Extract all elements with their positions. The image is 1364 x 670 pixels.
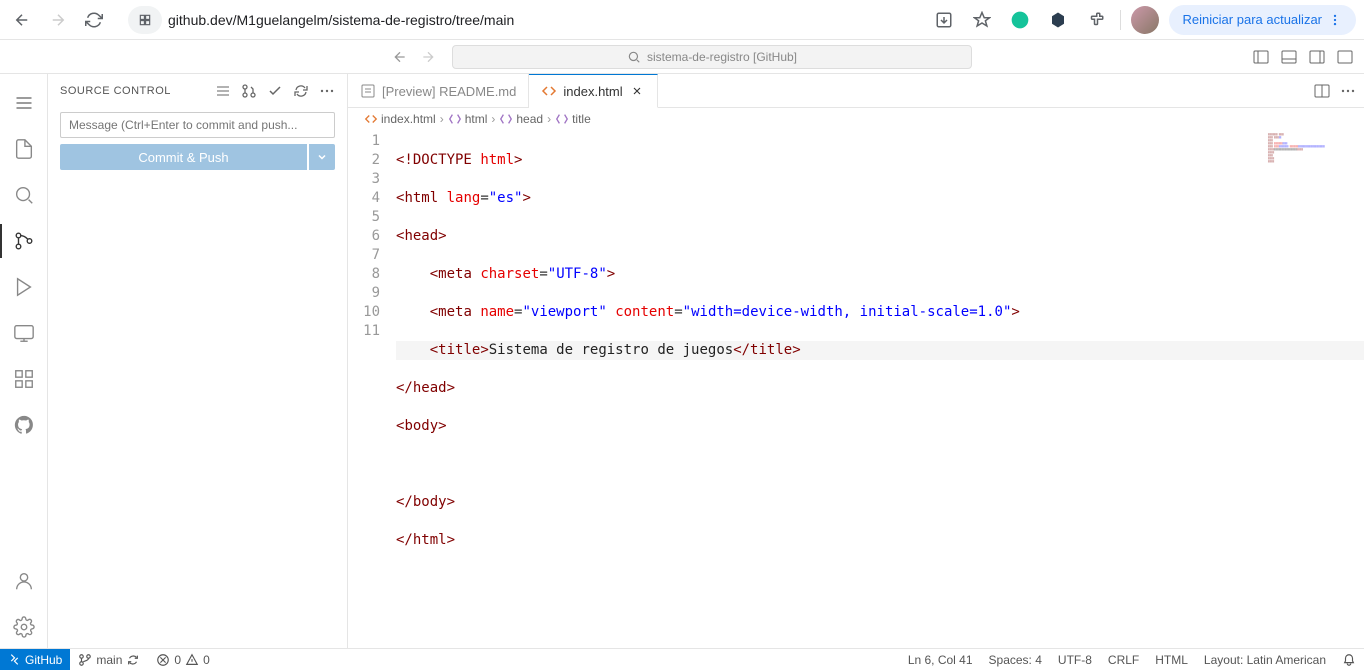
vscode-title-bar: sistema-de-registro [GitHub]: [0, 40, 1364, 74]
extensions-icon[interactable]: [1082, 6, 1110, 34]
close-tab-icon[interactable]: [629, 83, 645, 99]
menu-icon[interactable]: [0, 82, 48, 124]
extension-hex-icon[interactable]: [1044, 6, 1072, 34]
html-file-icon: [541, 83, 557, 99]
toggle-panel-icon[interactable]: [1278, 46, 1300, 68]
create-pr-icon[interactable]: [241, 83, 257, 99]
explorer-icon[interactable]: [0, 128, 48, 170]
status-eol[interactable]: CRLF: [1100, 649, 1147, 670]
split-editor-icon[interactable]: [1314, 83, 1330, 99]
editor-tabs: [Preview] README.md index.html: [348, 74, 1364, 108]
toggle-secondary-sidebar-icon[interactable]: [1306, 46, 1328, 68]
extensions-view-icon[interactable]: [0, 358, 48, 400]
breadcrumb-title[interactable]: title: [555, 112, 591, 126]
sidebar-title: SOURCE CONTROL: [60, 85, 215, 97]
back-button[interactable]: [8, 6, 36, 34]
status-problems[interactable]: 0 0: [148, 649, 217, 670]
sync-icon: [126, 653, 140, 667]
status-branch[interactable]: main: [70, 649, 148, 670]
commit-message-input[interactable]: [60, 112, 335, 138]
github-icon[interactable]: [0, 404, 48, 446]
breadcrumb-head[interactable]: head: [499, 112, 543, 126]
url-text: github.dev/M1guelangelm/sistema-de-regis…: [168, 12, 910, 28]
warning-icon: [185, 653, 199, 667]
source-control-icon[interactable]: [0, 220, 48, 262]
restart-to-update-button[interactable]: Reiniciar para actualizar: [1169, 5, 1356, 35]
address-bar[interactable]: github.dev/M1guelangelm/sistema-de-regis…: [120, 5, 918, 35]
preview-icon: [360, 83, 376, 99]
browser-toolbar: github.dev/M1guelangelm/sistema-de-regis…: [0, 0, 1364, 40]
toggle-primary-sidebar-icon[interactable]: [1250, 46, 1272, 68]
status-language[interactable]: HTML: [1147, 649, 1196, 670]
status-encoding[interactable]: UTF-8: [1050, 649, 1100, 670]
search-icon[interactable]: [0, 174, 48, 216]
forward-button[interactable]: [44, 6, 72, 34]
editor-back-button[interactable]: [388, 45, 412, 69]
line-numbers: 1234567891011: [348, 130, 396, 648]
refresh-icon[interactable]: [293, 83, 309, 99]
view-as-tree-icon[interactable]: [215, 83, 231, 99]
run-debug-icon[interactable]: [0, 266, 48, 308]
site-settings-icon[interactable]: [128, 6, 162, 34]
status-bar: GitHub main 0 0 Ln 6, Col 41 Spaces: 4 U…: [0, 648, 1364, 670]
accounts-icon[interactable]: [0, 560, 48, 602]
tab-readme[interactable]: [Preview] README.md: [348, 74, 529, 108]
profile-avatar[interactable]: [1131, 6, 1159, 34]
code-editor[interactable]: 1234567891011 <!DOCTYPE html> <html lang…: [348, 130, 1364, 648]
code-content: <!DOCTYPE html> <html lang="es"> <head> …: [396, 130, 1364, 648]
status-keyboard-layout[interactable]: Layout: Latin American: [1196, 649, 1334, 670]
status-notifications-icon[interactable]: [1334, 649, 1364, 670]
extension-grammarly-icon[interactable]: [1006, 6, 1034, 34]
customize-layout-icon[interactable]: [1334, 46, 1356, 68]
source-control-sidebar: SOURCE CONTROL Commit & Push: [48, 74, 348, 648]
breadcrumb-html[interactable]: html: [448, 112, 488, 126]
more-actions-icon[interactable]: [319, 83, 335, 99]
install-app-icon[interactable]: [930, 6, 958, 34]
remote-explorer-icon[interactable]: [0, 312, 48, 354]
breadcrumb: index.html › html › head › title: [348, 108, 1364, 130]
breadcrumb-file[interactable]: index.html: [364, 112, 436, 126]
command-center[interactable]: sistema-de-registro [GitHub]: [452, 45, 972, 69]
status-indentation[interactable]: Spaces: 4: [981, 649, 1050, 670]
status-cursor-position[interactable]: Ln 6, Col 41: [900, 649, 981, 670]
error-icon: [156, 653, 170, 667]
activity-bar: [0, 74, 48, 648]
git-branch-icon: [78, 653, 92, 667]
tab-index-html[interactable]: index.html: [529, 74, 657, 108]
remote-indicator-icon: [8, 653, 21, 666]
settings-icon[interactable]: [0, 606, 48, 648]
status-remote[interactable]: GitHub: [0, 649, 70, 670]
editor-forward-button[interactable]: [416, 45, 440, 69]
reload-button[interactable]: [80, 6, 108, 34]
commit-dropdown-button[interactable]: [309, 144, 335, 170]
more-editor-actions-icon[interactable]: [1340, 83, 1356, 99]
commit-icon[interactable]: [267, 83, 283, 99]
commit-push-button[interactable]: Commit & Push: [60, 144, 307, 170]
search-icon: [627, 50, 641, 64]
bookmark-icon[interactable]: [968, 6, 996, 34]
